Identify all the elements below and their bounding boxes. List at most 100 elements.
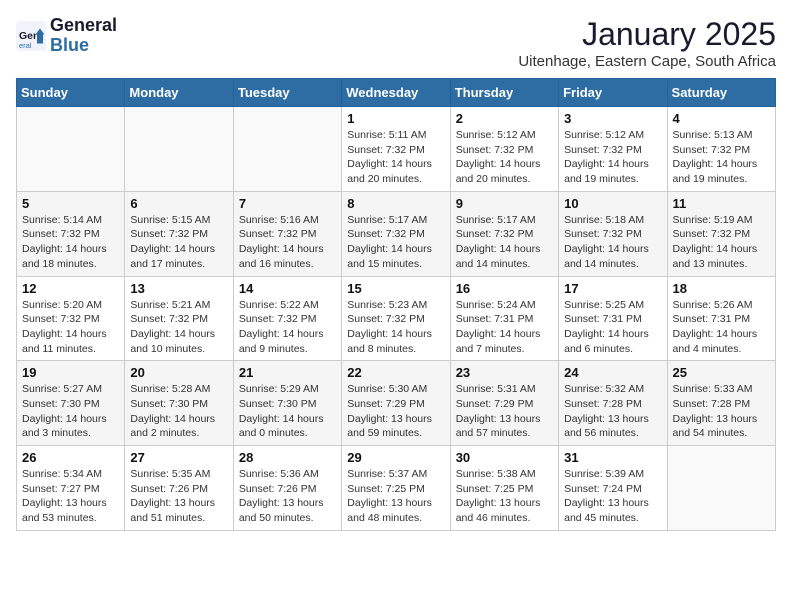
- day-info: Sunrise: 5:15 AMSunset: 7:32 PMDaylight:…: [130, 213, 227, 272]
- day-number: 18: [673, 281, 770, 296]
- calendar-week-row: 12 Sunrise: 5:20 AMSunset: 7:32 PMDayligh…: [17, 276, 776, 361]
- calendar-week-row: 5 Sunrise: 5:14 AMSunset: 7:32 PMDaylight…: [17, 191, 776, 276]
- day-info: Sunrise: 5:17 AMSunset: 7:32 PMDaylight:…: [347, 213, 444, 272]
- day-info: Sunrise: 5:11 AMSunset: 7:32 PMDaylight:…: [347, 128, 444, 187]
- calendar-cell: 3 Sunrise: 5:12 AMSunset: 7:32 PMDaylight…: [559, 107, 667, 192]
- day-number: 25: [673, 365, 770, 380]
- day-info: Sunrise: 5:12 AMSunset: 7:32 PMDaylight:…: [456, 128, 553, 187]
- calendar-cell: 18Sunrise: 5:26 AMSunset: 7:31 PMDayligh…: [667, 276, 775, 361]
- day-number: 3: [564, 111, 661, 126]
- day-info: Sunrise: 5:21 AMSunset: 7:32 PMDaylight:…: [130, 298, 227, 357]
- day-number: 15: [347, 281, 444, 296]
- weekday-header: Sunday: [17, 79, 125, 107]
- svg-text:eral: eral: [19, 41, 32, 50]
- day-info: Sunrise: 5:19 AMSunset: 7:32 PMDaylight:…: [673, 213, 770, 272]
- calendar-cell: 8 Sunrise: 5:17 AMSunset: 7:32 PMDaylight…: [342, 191, 450, 276]
- day-number: 26: [22, 450, 119, 465]
- calendar-cell: 17 Sunrise: 5:25 AMSunset: 7:31 PMDayligh…: [559, 276, 667, 361]
- day-number: 11: [673, 196, 770, 211]
- calendar-cell: 20Sunrise: 5:28 AMSunset: 7:30 PMDayligh…: [125, 361, 233, 446]
- day-number: 31: [564, 450, 661, 465]
- day-info: Sunrise: 5:36 AMSunset: 7:26 PMDaylight:…: [239, 467, 336, 526]
- calendar-week-row: 26 Sunrise: 5:34 AMSunset: 7:27 PMDayligh…: [17, 446, 776, 531]
- day-number: 19: [22, 365, 119, 380]
- calendar-cell: 27 Sunrise: 5:35 AMSunset: 7:26 PMDayligh…: [125, 446, 233, 531]
- day-info: Sunrise: 5:35 AMSunset: 7:26 PMDaylight:…: [130, 467, 227, 526]
- calendar-cell: 7Sunrise: 5:16 AMSunset: 7:32 PMDaylight…: [233, 191, 341, 276]
- calendar-cell: 11 Sunrise: 5:19 AMSunset: 7:32 PMDayligh…: [667, 191, 775, 276]
- weekday-header: Friday: [559, 79, 667, 107]
- page-header: Gen eral General Blue January 2025 Uiten…: [16, 16, 776, 70]
- day-number: 12: [22, 281, 119, 296]
- day-number: 28: [239, 450, 336, 465]
- calendar-cell: 2 Sunrise: 5:12 AMSunset: 7:32 PMDaylight…: [450, 107, 558, 192]
- day-info: Sunrise: 5:34 AMSunset: 7:27 PMDaylight:…: [22, 467, 119, 526]
- day-info: Sunrise: 5:32 AMSunset: 7:28 PMDaylight:…: [564, 382, 661, 441]
- logo-icon: Gen eral: [16, 21, 46, 51]
- calendar-cell: 12 Sunrise: 5:20 AMSunset: 7:32 PMDayligh…: [17, 276, 125, 361]
- day-number: 2: [456, 111, 553, 126]
- calendar-cell: 25 Sunrise: 5:33 AMSunset: 7:28 PMDayligh…: [667, 361, 775, 446]
- day-number: 13: [130, 281, 227, 296]
- calendar-header-row: SundayMondayTuesdayWednesdayThursdayFrid…: [17, 79, 776, 107]
- calendar-cell: 22Sunrise: 5:30 AMSunset: 7:29 PMDayligh…: [342, 361, 450, 446]
- calendar-cell: 4 Sunrise: 5:13 AMSunset: 7:32 PMDaylight…: [667, 107, 775, 192]
- day-number: 6: [130, 196, 227, 211]
- day-info: Sunrise: 5:38 AMSunset: 7:25 PMDaylight:…: [456, 467, 553, 526]
- calendar-table: SundayMondayTuesdayWednesdayThursdayFrid…: [16, 78, 776, 531]
- day-info: Sunrise: 5:24 AMSunset: 7:31 PMDaylight:…: [456, 298, 553, 357]
- day-number: 21: [239, 365, 336, 380]
- calendar-cell: 9Sunrise: 5:17 AMSunset: 7:32 PMDaylight…: [450, 191, 558, 276]
- day-number: 22: [347, 365, 444, 380]
- day-number: 17: [564, 281, 661, 296]
- calendar-cell: 19 Sunrise: 5:27 AMSunset: 7:30 PMDayligh…: [17, 361, 125, 446]
- calendar-cell: 30Sunrise: 5:38 AMSunset: 7:25 PMDayligh…: [450, 446, 558, 531]
- day-number: 27: [130, 450, 227, 465]
- day-info: Sunrise: 5:12 AMSunset: 7:32 PMDaylight:…: [564, 128, 661, 187]
- calendar-week-row: 19 Sunrise: 5:27 AMSunset: 7:30 PMDayligh…: [17, 361, 776, 446]
- day-info: Sunrise: 5:20 AMSunset: 7:32 PMDaylight:…: [22, 298, 119, 357]
- weekday-header: Thursday: [450, 79, 558, 107]
- day-number: 24: [564, 365, 661, 380]
- weekday-header: Saturday: [667, 79, 775, 107]
- day-number: 4: [673, 111, 770, 126]
- calendar-cell: 31Sunrise: 5:39 AMSunset: 7:24 PMDayligh…: [559, 446, 667, 531]
- day-number: 29: [347, 450, 444, 465]
- title-block: January 2025 Uitenhage, Eastern Cape, So…: [518, 16, 776, 70]
- weekday-header: Wednesday: [342, 79, 450, 107]
- day-info: Sunrise: 5:23 AMSunset: 7:32 PMDaylight:…: [347, 298, 444, 357]
- calendar-cell: 1 Sunrise: 5:11 AMSunset: 7:32 PMDaylight…: [342, 107, 450, 192]
- day-info: Sunrise: 5:17 AMSunset: 7:32 PMDaylight:…: [456, 213, 553, 272]
- weekday-header: Tuesday: [233, 79, 341, 107]
- calendar-cell: [667, 446, 775, 531]
- day-number: 5: [22, 196, 119, 211]
- calendar-cell: [125, 107, 233, 192]
- calendar-cell: [233, 107, 341, 192]
- calendar-week-row: 1 Sunrise: 5:11 AMSunset: 7:32 PMDaylight…: [17, 107, 776, 192]
- day-number: 20: [130, 365, 227, 380]
- location-title: Uitenhage, Eastern Cape, South Africa: [518, 53, 776, 70]
- day-number: 23: [456, 365, 553, 380]
- day-number: 16: [456, 281, 553, 296]
- calendar-cell: 14 Sunrise: 5:22 AMSunset: 7:32 PMDayligh…: [233, 276, 341, 361]
- calendar-cell: 24 Sunrise: 5:32 AMSunset: 7:28 PMDayligh…: [559, 361, 667, 446]
- weekday-header: Monday: [125, 79, 233, 107]
- day-number: 10: [564, 196, 661, 211]
- day-info: Sunrise: 5:14 AMSunset: 7:32 PMDaylight:…: [22, 213, 119, 272]
- day-number: 8: [347, 196, 444, 211]
- day-number: 14: [239, 281, 336, 296]
- day-info: Sunrise: 5:16 AMSunset: 7:32 PMDaylight:…: [239, 213, 336, 272]
- day-info: Sunrise: 5:33 AMSunset: 7:28 PMDaylight:…: [673, 382, 770, 441]
- month-title: January 2025: [518, 16, 776, 53]
- calendar-cell: [17, 107, 125, 192]
- day-info: Sunrise: 5:13 AMSunset: 7:32 PMDaylight:…: [673, 128, 770, 187]
- day-info: Sunrise: 5:18 AMSunset: 7:32 PMDaylight:…: [564, 213, 661, 272]
- day-info: Sunrise: 5:22 AMSunset: 7:32 PMDaylight:…: [239, 298, 336, 357]
- logo: Gen eral General Blue: [16, 16, 117, 56]
- calendar-cell: 15 Sunrise: 5:23 AMSunset: 7:32 PMDayligh…: [342, 276, 450, 361]
- day-info: Sunrise: 5:27 AMSunset: 7:30 PMDaylight:…: [22, 382, 119, 441]
- day-info: Sunrise: 5:31 AMSunset: 7:29 PMDaylight:…: [456, 382, 553, 441]
- day-number: 1: [347, 111, 444, 126]
- calendar-cell: 5 Sunrise: 5:14 AMSunset: 7:32 PMDaylight…: [17, 191, 125, 276]
- day-info: Sunrise: 5:25 AMSunset: 7:31 PMDaylight:…: [564, 298, 661, 357]
